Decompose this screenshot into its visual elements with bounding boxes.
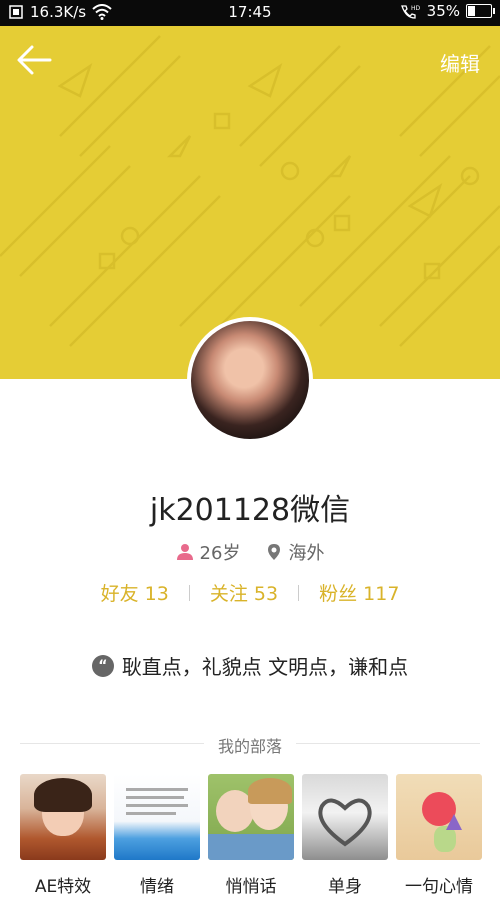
following-label: 关注 (209, 583, 248, 605)
tribe-thumbnail (396, 774, 482, 860)
divider (188, 584, 190, 601)
friends-count: 13 (144, 583, 169, 605)
tribe-item-ae[interactable]: AE特效 (20, 774, 106, 897)
svg-text:HD: HD (411, 5, 421, 12)
section-title-text: 我的部落 (203, 737, 296, 756)
friends-label: 好友 (100, 583, 139, 605)
edit-button[interactable]: 编辑 (440, 48, 480, 77)
profile-meta: 26岁 海外 (0, 539, 500, 565)
age-info: 26岁 (176, 539, 241, 565)
avatar-image (191, 321, 309, 439)
location-info: 海外 (266, 539, 324, 565)
tribe-item-mood[interactable]: 情绪 (114, 774, 200, 897)
tribe-label: 情绪 (140, 877, 174, 897)
tribe-thumbnail (302, 774, 388, 860)
location-pin-icon (268, 544, 281, 560)
fans-stat[interactable]: 粉丝 117 (319, 579, 399, 606)
fans-count: 117 (363, 583, 400, 605)
battery-percent: 35% (426, 2, 460, 20)
battery-icon (466, 4, 495, 18)
tribe-item-whisper[interactable]: 悄悄话 (208, 774, 294, 897)
avatar[interactable] (187, 317, 313, 443)
person-icon (176, 544, 193, 560)
divider (298, 584, 300, 601)
tribe-item-quote[interactable]: 一句心情 (396, 774, 482, 897)
stats-bar: 好友 13 关注 53 粉丝 117 (0, 579, 500, 606)
following-count: 53 (253, 583, 279, 605)
signature-text: 耿直点，礼貌点 文明点，谦和点 (121, 655, 409, 679)
section-title: 我的部落 (0, 733, 500, 757)
heart-icon (318, 798, 372, 847)
tribe-label: AE特效 (34, 877, 92, 897)
tribe-label: 单身 (328, 877, 362, 897)
profile-name: jk201128微信 (149, 493, 351, 528)
following-stat[interactable]: 关注 53 (210, 579, 278, 606)
signature: “ 耿直点，礼貌点 文明点，谦和点 (0, 651, 500, 680)
back-arrow-icon[interactable] (16, 44, 52, 76)
tribe-label: 一句心情 (405, 877, 473, 897)
tribe-list: AE特效 情绪 悄悄话 单身 一句心情 (20, 774, 490, 897)
quote-icon: “ (91, 654, 114, 677)
tribe-thumbnail (114, 774, 200, 860)
friends-stat[interactable]: 好友 13 (101, 579, 169, 606)
location-text: 海外 (288, 543, 325, 564)
age-text: 26岁 (199, 543, 241, 564)
tribe-label: 悄悄话 (225, 877, 277, 897)
tribe-thumbnail (208, 774, 294, 860)
tribe-item-single[interactable]: 单身 (302, 774, 388, 897)
tribe-thumbnail (20, 774, 106, 860)
status-bar: 16.3K/s 17:45 HD 35% (0, 0, 500, 26)
fans-label: 粉丝 (319, 583, 358, 605)
hd-call-icon: HD (400, 5, 421, 19)
